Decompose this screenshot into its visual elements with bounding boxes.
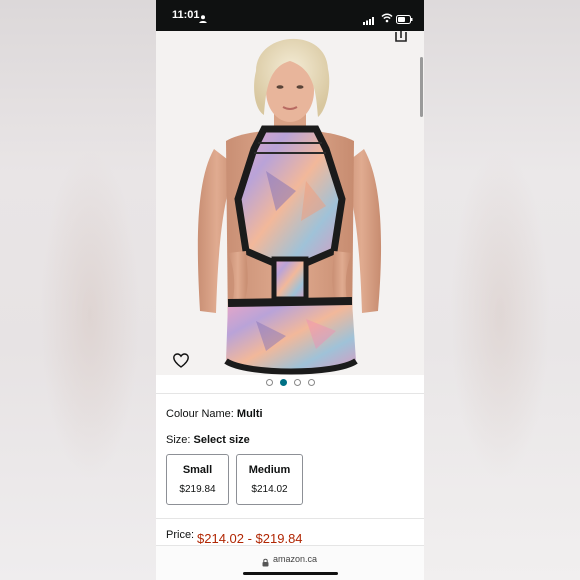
wishlist-button[interactable]: [169, 348, 193, 372]
size-option-small[interactable]: Small $219.84: [166, 454, 229, 505]
battery-icon: [396, 11, 413, 29]
scrollbar[interactable]: [420, 57, 423, 117]
background-right: [424, 0, 580, 580]
size-row: Size: Select size: [166, 434, 250, 446]
colour-value: Multi: [236, 408, 263, 420]
status-bar: 11:01: [156, 0, 424, 31]
phone-screen: 11:01 Colour Name: Multi Size: Select si…: [156, 0, 424, 580]
gallery-dot-active[interactable]: [279, 379, 287, 386]
person-icon: [199, 10, 207, 28]
home-indicator[interactable]: [243, 572, 338, 575]
colour-label: Colour Name:: [166, 408, 234, 420]
lock-icon: [262, 554, 269, 572]
status-time: 11:01: [172, 9, 200, 21]
background-left: [0, 0, 156, 580]
divider: [156, 518, 424, 519]
wifi-icon: [381, 10, 393, 28]
colour-name-row: Colour Name: Multi: [166, 408, 263, 420]
size-label: Size:: [166, 434, 191, 446]
gallery-pagination: [156, 379, 424, 389]
heart-icon: [173, 352, 189, 368]
size-option-price: $214.02: [251, 484, 288, 495]
size-option-price: $219.84: [179, 484, 216, 495]
product-image-gallery[interactable]: [156, 31, 424, 375]
product-image: [156, 31, 424, 375]
divider: [156, 393, 424, 394]
price-value: $214.02 - $219.84: [197, 531, 303, 546]
gallery-dot[interactable]: [307, 379, 315, 386]
price-label: Price:: [166, 529, 195, 541]
size-value: Select size: [193, 434, 250, 446]
gallery-dot[interactable]: [293, 379, 301, 386]
url-text: amazon.ca: [273, 554, 318, 564]
share-icon[interactable]: [394, 31, 408, 47]
size-option-name: Small: [182, 464, 213, 476]
gallery-dot[interactable]: [265, 379, 273, 386]
signal-icon: [363, 12, 376, 30]
size-option-name: Medium: [248, 464, 291, 476]
browser-url-bar[interactable]: amazon.ca: [156, 545, 424, 580]
size-option-medium[interactable]: Medium $214.02: [236, 454, 303, 505]
